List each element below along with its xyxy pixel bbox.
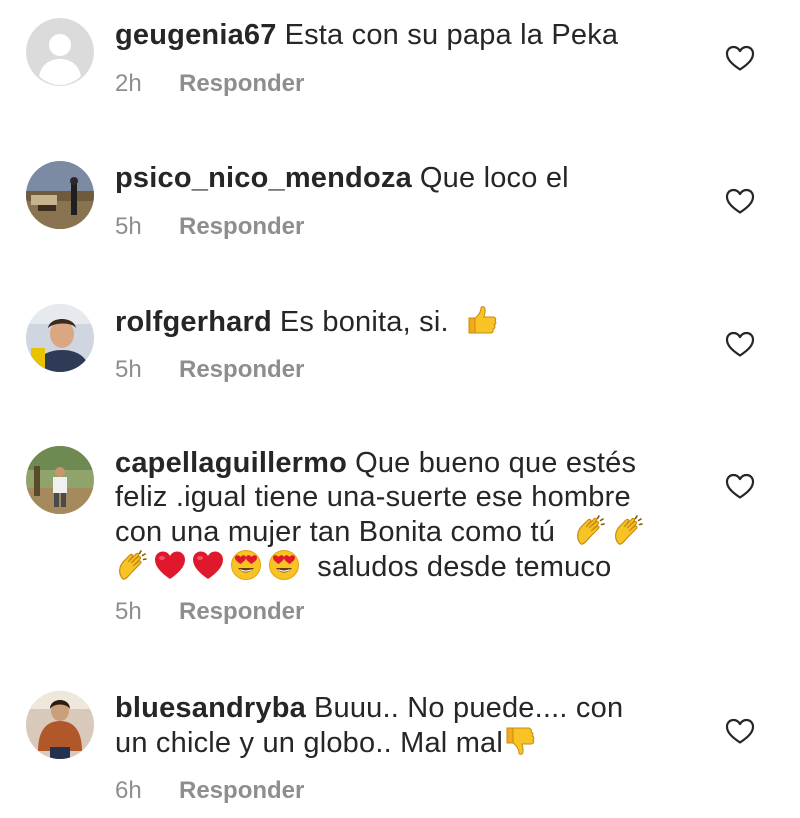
- comment-username[interactable]: rolfgerhard: [115, 306, 272, 338]
- heart-outline-icon[interactable]: [725, 472, 755, 500]
- comment-time: 5h: [115, 213, 142, 240]
- comment-time: 5h: [115, 356, 142, 383]
- avatar[interactable]: [26, 304, 94, 372]
- comment-body: un chicle y un globo.. Mal mal: [115, 727, 504, 759]
- comment-item: bluesandryba Buuu.. No puede.... con un c…: [0, 675, 800, 818]
- comment-username[interactable]: capellaguillermo: [115, 447, 347, 479]
- heart-eyes-emoji: [229, 549, 263, 581]
- comment-time: 2h: [115, 70, 142, 97]
- avatar[interactable]: [26, 691, 94, 759]
- comment-text: bluesandryba Buuu.. No puede.... con un c…: [115, 691, 690, 760]
- comment-text: rolfgerhard Es bonita, si.: [115, 304, 690, 339]
- comment-meta: 6h Responder: [115, 777, 304, 805]
- reply-button[interactable]: Responder: [179, 777, 304, 804]
- default-avatar-icon[interactable]: [26, 18, 94, 86]
- comment-time: 6h: [115, 777, 142, 804]
- comment-body: saludos desde temuco: [317, 551, 612, 583]
- reply-button[interactable]: Responder: [179, 70, 304, 97]
- comment-time: 5h: [115, 598, 142, 625]
- comment-text: psico_nico_mendoza Que loco el: [115, 161, 690, 195]
- heart-outline-icon[interactable]: [725, 44, 755, 72]
- comment-meta: 5h Responder: [115, 598, 304, 626]
- comment-item: capellaguillermo Que bueno que estés feli…: [0, 430, 800, 670]
- comment-username[interactable]: geugenia67: [115, 19, 277, 51]
- heart-eyes-emoji: [267, 549, 301, 581]
- reply-button[interactable]: Responder: [179, 598, 304, 625]
- red-heart-emoji: [153, 549, 187, 581]
- heart-outline-icon[interactable]: [725, 330, 755, 358]
- comment-username[interactable]: bluesandryba: [115, 692, 306, 724]
- thumbs-up-emoji: [465, 304, 499, 336]
- heart-outline-icon[interactable]: [725, 717, 755, 745]
- comment-meta: 5h Responder: [115, 356, 304, 384]
- comment-item: psico_nico_mendoza Que loco el 5h Responde…: [0, 145, 800, 285]
- comment-text: capellaguillermo Que bueno que estés feli…: [115, 446, 690, 584]
- reply-button[interactable]: Responder: [179, 356, 304, 383]
- comment-body: Que bueno que estés: [355, 447, 637, 479]
- avatar[interactable]: [26, 446, 94, 514]
- comment-username[interactable]: psico_nico_mendoza: [115, 162, 412, 194]
- comment-meta: 5h Responder: [115, 213, 304, 241]
- comment-body: Es bonita, si.: [279, 306, 449, 338]
- comment-body: Que loco el: [419, 162, 569, 194]
- clapping-hands-emoji: [573, 514, 607, 546]
- comment-body: feliz .igual tiene una-suerte ese hombre: [115, 481, 631, 513]
- heart-outline-icon[interactable]: [725, 187, 755, 215]
- comment-item: geugenia67 Esta con su papa la Peka 2h Res…: [0, 0, 800, 140]
- red-heart-emoji: [191, 549, 225, 581]
- comment-item: rolfgerhard Es bonita, si. 5h Responder: [0, 288, 800, 428]
- comment-text: geugenia67 Esta con su papa la Peka: [115, 18, 690, 52]
- clapping-hands-emoji: [115, 549, 149, 581]
- comment-meta: 2h Responder: [115, 70, 304, 98]
- reply-button[interactable]: Responder: [179, 213, 304, 240]
- comment-body: con una mujer tan Bonita como tú: [115, 516, 556, 548]
- avatar[interactable]: [26, 161, 94, 229]
- comment-body: Buuu.. No puede.... con: [313, 692, 624, 724]
- thumbs-down-emoji: [503, 725, 537, 757]
- clapping-hands-emoji: [611, 514, 645, 546]
- comment-body: Esta con su papa la Peka: [284, 19, 619, 51]
